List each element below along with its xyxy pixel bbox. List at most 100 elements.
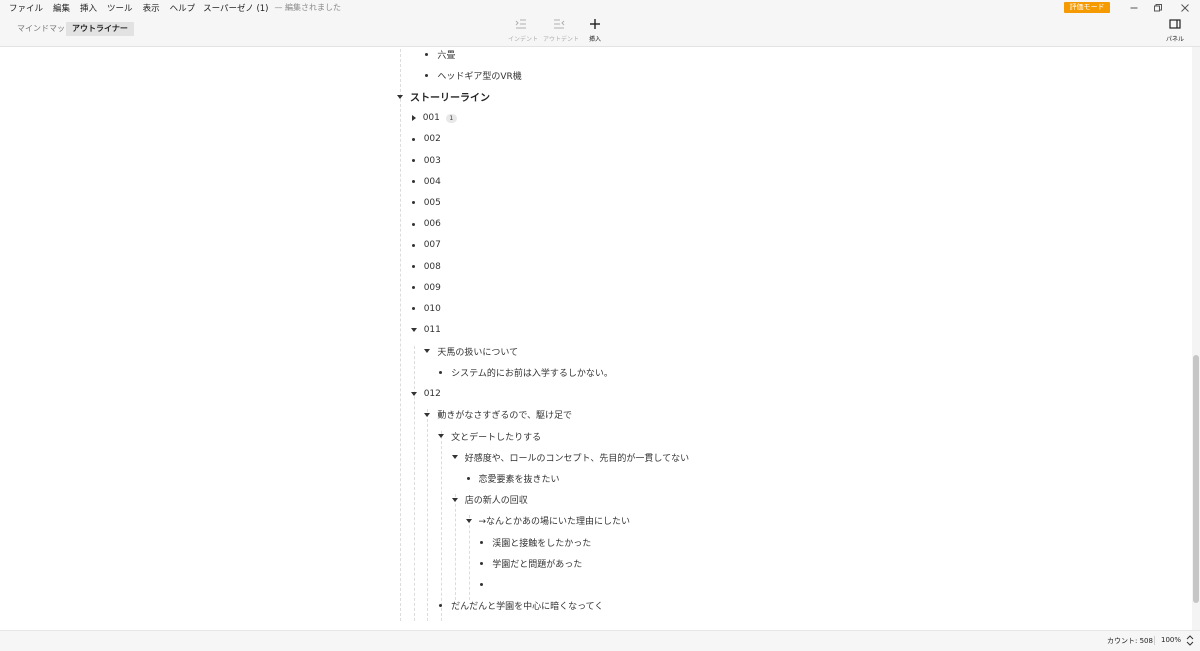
outline-item[interactable]: 店の新人の回収 xyxy=(451,489,528,510)
outline-item-text[interactable]: 店の新人の回収 xyxy=(465,493,528,506)
zoom-level[interactable]: 100% xyxy=(1161,636,1181,644)
outline-item-text[interactable]: システム的にお前は入学するしかない。 xyxy=(451,366,613,379)
outline-item[interactable]: システム的にお前は入学するしかない。 xyxy=(439,362,613,383)
bullet-icon[interactable] xyxy=(439,371,443,374)
caret-right-icon[interactable] xyxy=(411,115,416,122)
bullet-icon[interactable] xyxy=(439,604,443,608)
outline-item-text[interactable]: 学園だと問題があった xyxy=(492,557,582,570)
outline-item-text[interactable]: 003 xyxy=(424,156,441,166)
bullet-icon[interactable] xyxy=(411,222,415,226)
outline-item[interactable]: 動きがなさすぎるので、駆け足で xyxy=(424,404,572,425)
caret-down-icon[interactable] xyxy=(424,349,431,354)
bullet-icon[interactable] xyxy=(411,307,415,311)
outline-item[interactable]: 001 1 xyxy=(411,108,457,129)
bullet-icon[interactable] xyxy=(480,561,484,565)
bullet-icon[interactable] xyxy=(411,243,415,247)
outline-item-text[interactable]: 文とデートしたりする xyxy=(451,430,541,443)
menu-insert[interactable]: 挿入 xyxy=(75,2,102,14)
outline-item-text[interactable]: 010 xyxy=(424,304,441,314)
scrollbar-thumb[interactable] xyxy=(1193,355,1199,603)
caret-down-icon[interactable] xyxy=(410,391,417,396)
outline-item-text[interactable]: →なんとかあの場にいた理由にしたい xyxy=(479,514,631,527)
zoom-stepper-icon[interactable] xyxy=(1186,635,1194,646)
outline-item-text[interactable]: ヘッドギア型のVR機 xyxy=(437,69,521,82)
outline-item-text[interactable]: 007 xyxy=(424,240,441,250)
bullet-icon[interactable] xyxy=(411,265,415,268)
caret-down-icon[interactable] xyxy=(451,455,458,460)
bullet-icon[interactable] xyxy=(466,477,470,480)
caret-down-icon[interactable] xyxy=(410,328,417,333)
bullet-icon[interactable] xyxy=(425,53,429,56)
bullet-icon[interactable] xyxy=(480,540,484,544)
minimize-button[interactable] xyxy=(1121,0,1147,15)
menu-view[interactable]: 表示 xyxy=(138,2,165,14)
outline-item[interactable]: 六畳 xyxy=(425,47,455,65)
outline-item[interactable]: ヘッドギア型のVR機 xyxy=(425,65,522,86)
menu-file[interactable]: ファイル xyxy=(0,2,48,14)
outline-item[interactable]: 002 xyxy=(411,129,441,150)
caret-down-icon[interactable] xyxy=(397,94,403,99)
outline-item[interactable]: 学園だと問題があった xyxy=(480,553,582,574)
outline-item[interactable]: 003 xyxy=(411,150,441,171)
outline-item-text[interactable]: 004 xyxy=(424,177,441,187)
close-button[interactable] xyxy=(1172,0,1198,15)
outline-item[interactable] xyxy=(480,574,492,595)
outline-item-text[interactable]: ストーリーライン xyxy=(410,89,490,104)
caret-down-icon[interactable] xyxy=(438,434,445,439)
outline-item-text[interactable]: 渓園と接触をしたかった xyxy=(492,536,591,549)
outline-item-text[interactable]: 好感度や、ロールのコンセプト、先目的が一貫してない xyxy=(465,451,689,464)
outline-item[interactable]: 恋愛要素を抜きたい xyxy=(466,468,560,489)
outline-item-text[interactable]: 恋愛要素を抜きたい xyxy=(479,472,560,485)
bullet-icon[interactable] xyxy=(480,583,484,586)
outline-item[interactable]: ストーリーライン xyxy=(397,86,490,107)
outline-item[interactable]: 文とデートしたりする xyxy=(438,426,541,447)
outline-item[interactable]: 004 xyxy=(411,171,441,192)
indent-guide xyxy=(427,409,429,622)
menu-edit[interactable]: 編集 xyxy=(48,2,75,14)
outline-item[interactable]: 012 xyxy=(410,383,441,404)
outline-item[interactable]: 011 xyxy=(410,320,441,341)
outline-item[interactable]: 005 xyxy=(411,192,441,213)
outline-item-text[interactable]: 六畳 xyxy=(437,48,455,61)
outline-item[interactable]: 好感度や、ロールのコンセプト、先目的が一貫してない xyxy=(451,447,689,468)
panel-button[interactable]: パネル xyxy=(1163,18,1187,43)
restore-button[interactable] xyxy=(1145,0,1171,15)
outline-item[interactable]: 006 xyxy=(411,214,441,235)
bullet-icon[interactable] xyxy=(411,180,415,184)
outline-item[interactable]: 渓園と接触をしたかった xyxy=(480,532,591,553)
tab-outliner[interactable]: アウトライナー xyxy=(66,22,134,36)
bullet-icon[interactable] xyxy=(411,286,415,290)
outline-item-text[interactable]: 001 xyxy=(423,113,440,123)
caret-down-icon[interactable] xyxy=(465,518,472,523)
menu-help[interactable]: ヘルプ xyxy=(165,2,201,14)
outline-item[interactable]: だんだんと学園を中心に暗くなってく xyxy=(439,595,603,616)
outline-item-text[interactable]: 動きがなさすぎるので、駆け足で xyxy=(437,408,572,421)
evaluation-mode-badge[interactable]: 評価モード xyxy=(1064,2,1110,13)
outline-item-text[interactable]: 006 xyxy=(424,219,441,229)
outline-item[interactable]: 008 xyxy=(411,256,441,277)
outliner-content[interactable]: 六畳ヘッドギア型のVR機ストーリーライン 001 1 002 003 004 005 006 0… xyxy=(0,47,1192,630)
caret-down-icon[interactable] xyxy=(451,497,458,502)
insert-button[interactable]: 挿入 xyxy=(585,18,605,43)
outline-item-text[interactable]: 005 xyxy=(424,198,441,208)
caret-down-icon[interactable] xyxy=(424,412,431,417)
outline-item[interactable]: 010 xyxy=(411,298,441,319)
outline-item[interactable]: 007 xyxy=(411,235,441,256)
outline-item[interactable]: 009 xyxy=(411,277,441,298)
outline-item-text[interactable]: だんだんと学園を中心に暗くなってく xyxy=(451,599,603,612)
outline-item[interactable]: →なんとかあの場にいた理由にしたい xyxy=(465,510,631,531)
bullet-icon[interactable] xyxy=(411,137,415,141)
outline-item-text[interactable]: 011 xyxy=(424,325,441,335)
outline-item-text[interactable]: 008 xyxy=(424,262,441,272)
outline-item-text[interactable]: 002 xyxy=(424,134,441,144)
menu-tools[interactable]: ツール xyxy=(102,2,138,14)
outline-item[interactable]: 天馬の扱いについて xyxy=(424,341,518,362)
bullet-icon[interactable] xyxy=(425,74,429,78)
outdent-button[interactable]: アウトデント xyxy=(543,18,579,43)
indent-button[interactable]: インデント xyxy=(508,18,538,43)
bullet-icon[interactable] xyxy=(411,201,415,205)
bullet-icon[interactable] xyxy=(411,159,415,162)
outline-item-text[interactable]: 天馬の扱いについて xyxy=(437,345,518,358)
outline-item-text[interactable]: 009 xyxy=(424,283,441,293)
outline-item-text[interactable]: 012 xyxy=(424,389,441,399)
